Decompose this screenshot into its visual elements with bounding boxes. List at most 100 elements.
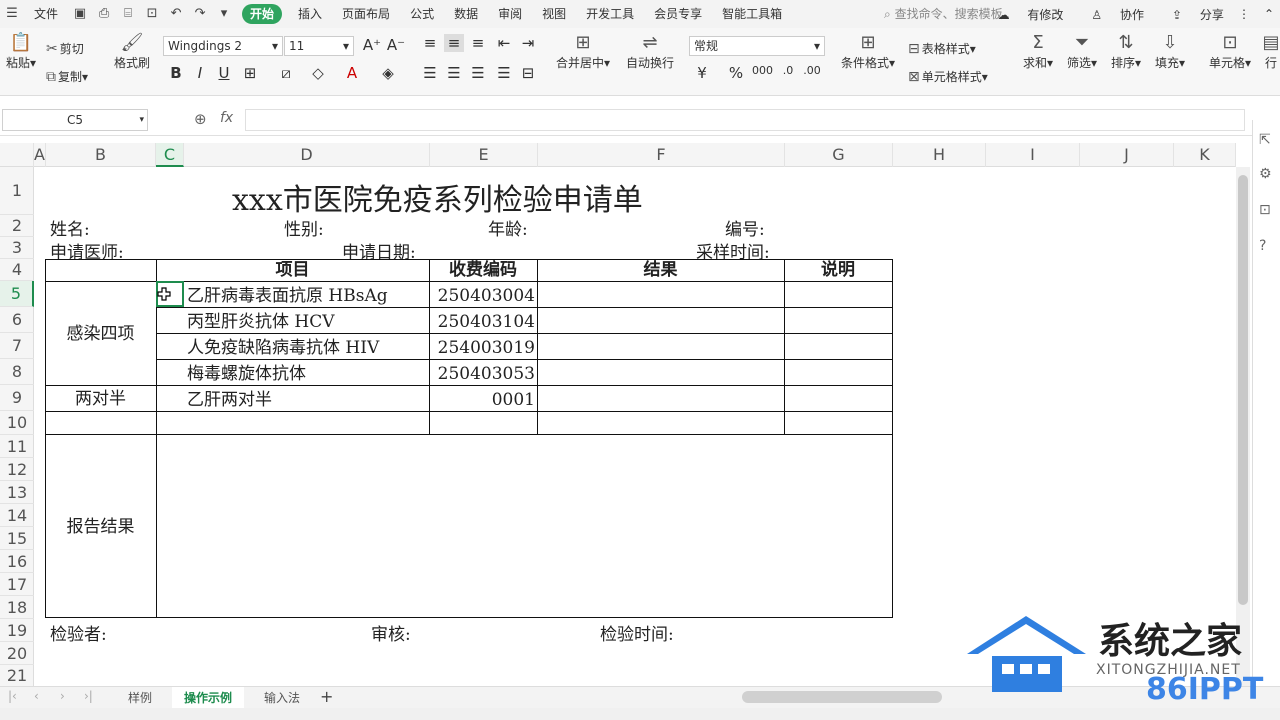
row-header-1[interactable]: 1	[0, 167, 34, 215]
column-header-k[interactable]: K	[1174, 143, 1236, 167]
formula-input[interactable]	[245, 109, 1245, 131]
bold-icon[interactable]: B	[166, 64, 186, 82]
currency-icon[interactable]: ¥	[692, 64, 712, 82]
row-header-12[interactable]: 12	[0, 458, 34, 481]
row-header-6[interactable]: 6	[0, 307, 34, 333]
item-code[interactable]: 0001	[431, 387, 535, 413]
wrap-text-button[interactable]: ⇌ 自动换行	[624, 32, 676, 71]
decrease-font-icon[interactable]: A⁻	[386, 36, 406, 54]
fill-style-icon[interactable]: ⧄	[276, 64, 296, 82]
sort-button[interactable]: ⇅ 排序▾	[1108, 32, 1144, 71]
undo-icon[interactable]: ↶	[167, 5, 185, 23]
tab-formula[interactable]: 公式	[400, 0, 444, 28]
add-sheet-icon[interactable]: +	[320, 687, 333, 706]
share-button[interactable]: ⇪ 分享	[1158, 6, 1224, 23]
row-header-19[interactable]: 19	[0, 619, 34, 642]
row-header-17[interactable]: 17	[0, 573, 34, 596]
settings-icon[interactable]: ⚙	[1259, 166, 1275, 182]
underline-icon[interactable]: U	[214, 64, 234, 82]
more-icon[interactable]: ⋮	[1238, 7, 1250, 21]
redo-icon[interactable]: ↷	[191, 5, 209, 23]
percent-icon[interactable]: %	[726, 64, 746, 82]
last-sheet-icon[interactable]: ›|	[84, 689, 93, 703]
row-header-13[interactable]: 13	[0, 481, 34, 504]
row-header-10[interactable]: 10	[0, 411, 34, 435]
tab-page-layout[interactable]: 页面布局	[332, 0, 400, 28]
column-header-e[interactable]: E	[430, 143, 538, 167]
align-middle-icon[interactable]: ≡	[444, 34, 464, 52]
font-color-icon[interactable]: A	[342, 64, 362, 82]
justify-icon[interactable]: ☰	[494, 64, 514, 82]
filter-button[interactable]: ⏷ 筛选▾	[1064, 32, 1100, 71]
increase-font-icon[interactable]: A⁺	[362, 36, 382, 54]
menu-icon[interactable]: ☰	[3, 5, 21, 23]
fx-icon[interactable]: fx	[220, 110, 233, 126]
select-all-corner[interactable]	[0, 143, 34, 167]
item-code[interactable]: 250403053	[431, 361, 535, 387]
eraser-icon[interactable]: ◈	[378, 64, 398, 82]
tab-home[interactable]: 开始	[242, 4, 283, 24]
horizontal-scrollbar[interactable]	[742, 691, 942, 703]
distributed-icon[interactable]: ⊟	[518, 64, 538, 82]
collab-button[interactable]: ♙ 协作	[1077, 6, 1144, 23]
item-code[interactable]: 250403104	[431, 309, 535, 335]
increase-decimal-icon[interactable]: .0	[778, 64, 798, 77]
pointer-icon[interactable]: ⇱	[1259, 132, 1275, 148]
number-format-select[interactable]: 常规 ▾	[689, 36, 825, 56]
row-header-18[interactable]: 18	[0, 596, 34, 619]
tab-data[interactable]: 数据	[444, 0, 488, 28]
file-menu[interactable]: 文件	[24, 0, 68, 28]
column-header-a[interactable]: A	[34, 143, 46, 167]
align-top-icon[interactable]: ≡	[420, 34, 440, 52]
print-icon[interactable]: ⌸	[119, 5, 137, 23]
indent-icon[interactable]: ⇥	[518, 34, 538, 52]
sheet-tab-demo[interactable]: 操作示例	[172, 687, 245, 709]
item-name[interactable]: 乙肝病毒表面抗原 HBsAg	[187, 283, 388, 309]
name-box[interactable]: C5 ▾	[2, 109, 148, 131]
sum-button[interactable]: Σ 求和▾	[1020, 32, 1056, 71]
row-header-16[interactable]: 16	[0, 550, 34, 573]
cut-button[interactable]: ✂ 剪切	[46, 38, 84, 60]
tab-insert[interactable]: 插入	[288, 0, 332, 28]
align-left-icon[interactable]: ☰	[420, 64, 440, 82]
column-header-g[interactable]: G	[785, 143, 893, 167]
outdent-icon[interactable]: ⇤	[494, 34, 514, 52]
row-header-3[interactable]: 3	[0, 237, 34, 259]
font-size-select[interactable]: 11 ▾	[284, 36, 354, 56]
layout-icon[interactable]: ⊡	[1259, 202, 1275, 218]
sheet-tab-input-method[interactable]: 输入法	[252, 687, 312, 709]
item-name[interactable]: 梅毒螺旋体抗体	[187, 361, 306, 387]
fill-color-icon[interactable]: ◇	[308, 64, 328, 82]
item-name[interactable]: 人免疫缺陷病毒抗体 HIV	[187, 335, 379, 361]
item-name[interactable]: 乙肝两对半	[187, 387, 272, 413]
chevron-down-icon[interactable]: ▾	[215, 5, 233, 23]
item-code[interactable]: 250403004	[431, 283, 535, 309]
align-right-icon[interactable]: ☰	[468, 64, 488, 82]
column-header-c[interactable]: C	[156, 143, 184, 167]
copy-button[interactable]: ⧉ 复制▾	[46, 66, 88, 88]
print-preview-icon[interactable]: ⎙	[95, 5, 113, 23]
row-header-21[interactable]: 21	[0, 665, 34, 687]
prev-sheet-icon[interactable]: ‹	[34, 689, 39, 703]
paste-button[interactable]: 📋 粘贴▾	[4, 32, 38, 71]
decrease-decimal-icon[interactable]: .00	[802, 64, 822, 77]
format-painter-button[interactable]: 🖌 格式刷	[112, 32, 152, 71]
conditional-format-button[interactable]: ⊞ 条件格式▾	[840, 32, 896, 71]
row-header-7[interactable]: 7	[0, 333, 34, 359]
row-header-11[interactable]: 11	[0, 435, 34, 458]
tab-smart-tools[interactable]: 智能工具箱	[712, 0, 792, 28]
column-header-b[interactable]: B	[46, 143, 156, 167]
thousands-icon[interactable]: 000	[752, 64, 773, 77]
merge-center-button[interactable]: ⊞ 合并居中▾	[554, 32, 612, 71]
row-header-15[interactable]: 15	[0, 527, 34, 550]
first-sheet-icon[interactable]: |‹	[8, 689, 17, 703]
row-header-4[interactable]: 4	[0, 259, 34, 281]
export-icon[interactable]: ⊡	[143, 5, 161, 23]
collapse-icon[interactable]: ⌃	[1264, 7, 1274, 21]
align-center-icon[interactable]: ☰	[444, 64, 464, 82]
column-header-j[interactable]: J	[1080, 143, 1174, 167]
align-bottom-icon[interactable]: ≡	[468, 34, 488, 52]
row-header-20[interactable]: 20	[0, 642, 34, 665]
save-icon[interactable]: ▣	[71, 5, 89, 23]
italic-icon[interactable]: I	[190, 64, 210, 82]
